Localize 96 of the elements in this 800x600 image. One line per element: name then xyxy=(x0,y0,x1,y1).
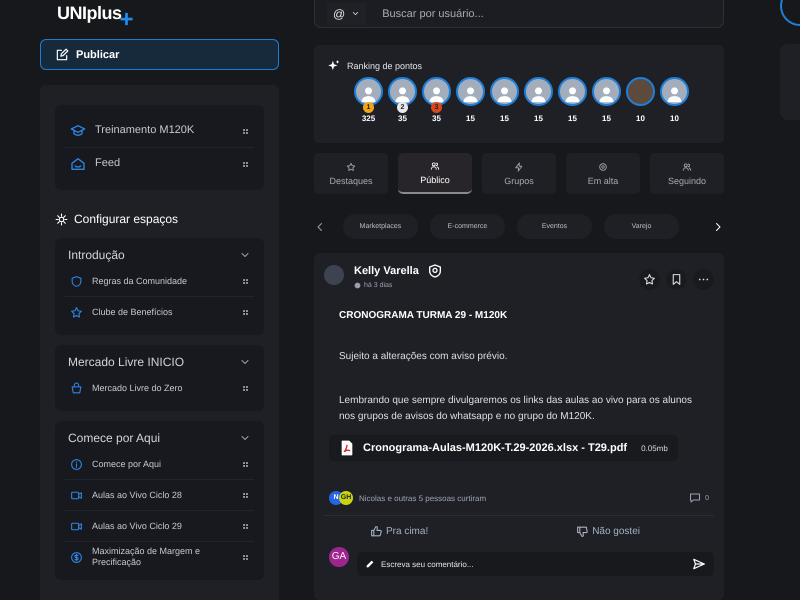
sidebar-item[interactable]: Maximização de Margem e Precificação xyxy=(65,542,254,572)
graduation-cap-icon xyxy=(70,123,86,139)
drag-handle-icon xyxy=(242,308,249,316)
home-icon xyxy=(70,156,86,172)
sidebar-item[interactable]: Feed xyxy=(65,148,254,180)
post-title: CRONOGRAMA TURMA 29 - M120K xyxy=(339,310,508,321)
star-icon xyxy=(643,273,656,286)
feed-tab[interactable]: Seguindo xyxy=(650,153,724,194)
sidebar-item-label: Feed xyxy=(95,157,122,171)
feed-tab[interactable]: Destaques xyxy=(314,153,388,194)
sidebar-item-label: Regras da Comunidade xyxy=(92,276,188,286)
attachment-size: 0.05mb xyxy=(641,444,668,452)
caret-icon xyxy=(351,9,360,18)
drag-handle-icon xyxy=(242,160,249,168)
at-sign: @ xyxy=(333,6,346,20)
comment-field[interactable]: Escreva seu comentário... xyxy=(357,552,714,576)
sparkle-icon xyxy=(327,59,341,73)
sidebar-item-label: Aulas ao Vivo Ciclo 28 xyxy=(92,490,183,500)
sidebar-item[interactable]: Clube de Benefícios xyxy=(65,297,254,327)
points-value: 15 xyxy=(466,114,475,123)
ranking-title: Ranking de pontos xyxy=(347,61,422,71)
send-icon xyxy=(692,557,706,571)
sidebar-item-label: Treinamento M120K xyxy=(95,124,196,138)
star-icon xyxy=(346,162,356,172)
sidebar-item[interactable]: Comece por Aqui xyxy=(65,449,254,480)
search-field[interactable]: @ Buscar por usuário... xyxy=(314,0,724,28)
likes-summary[interactable]: Nicolas e outras 5 pessoas curtiram xyxy=(359,494,684,502)
sidebar-item[interactable]: Treinamento M120K xyxy=(65,115,254,148)
sidebar-item-label: Clube de Benefícios xyxy=(92,306,174,318)
points-value: 35 xyxy=(398,114,407,123)
star-icon xyxy=(70,306,83,318)
users-icon xyxy=(682,162,692,172)
thumbs-up-icon xyxy=(370,525,383,538)
video-camera-icon xyxy=(70,520,83,532)
target-icon xyxy=(598,162,608,172)
bookmark-icon xyxy=(670,273,683,286)
user-avatar: GA xyxy=(329,547,349,567)
section-title[interactable]: Mercado Livre INICIO xyxy=(68,355,184,369)
attachment-name: Cronograma-Aulas-M120K-T.29-2026.xlsx - T29.pdf xyxy=(363,442,628,454)
sidebar-item-label: Aulas ao Vivo Ciclo 29 xyxy=(92,520,183,532)
shopping-bag-icon xyxy=(70,382,83,394)
sidebar-item[interactable]: Aulas ao Vivo Ciclo 28 xyxy=(65,480,254,511)
points-value: 15 xyxy=(602,114,611,123)
drag-handle-icon xyxy=(242,384,249,392)
pencil-icon xyxy=(365,559,375,569)
points-value: 15 xyxy=(534,114,543,123)
bookmark-button[interactable] xyxy=(666,269,687,290)
dollar-coin-icon xyxy=(70,550,83,564)
section-title[interactable]: Comece por Aqui xyxy=(68,431,160,445)
drag-handle-icon xyxy=(242,492,249,498)
feed-tab[interactable]: Grupos xyxy=(482,153,556,194)
avatar xyxy=(324,265,344,285)
drag-handle-icon xyxy=(242,522,249,530)
points-value: 15 xyxy=(500,114,509,123)
upvote-button[interactable]: Pra cima! xyxy=(364,524,434,539)
sidebar-item[interactable]: Mercado Livre do Zero xyxy=(65,373,254,403)
photo-placeholder xyxy=(626,77,655,106)
shield-badge-icon xyxy=(426,263,443,279)
post-paragraph: Sujeito a alterações com aviso prévio. xyxy=(339,350,508,364)
points-value: 15 xyxy=(568,114,577,123)
sidebar-item-label: Mercado Livre do Zero xyxy=(92,382,184,394)
users-icon xyxy=(430,160,440,170)
verified-dot-icon xyxy=(354,282,361,289)
feed-tab[interactable]: Público xyxy=(398,153,472,194)
mention-filter-dropdown[interactable]: @ xyxy=(327,2,366,24)
favorite-button[interactable] xyxy=(639,269,660,290)
section-title[interactable]: Introdução xyxy=(68,248,125,262)
points-value: 325 xyxy=(362,114,376,123)
sidebar-item-label: Maximização de Margem e Precificação xyxy=(92,546,202,568)
search-input[interactable]: Buscar por usuário... xyxy=(380,6,723,20)
lightning-icon xyxy=(514,162,524,172)
author-name[interactable]: Kelly Varella xyxy=(354,265,419,277)
drag-handle-icon xyxy=(242,278,249,284)
sidebar-item-label: Comece por Aqui xyxy=(92,458,162,470)
points-value: 35 xyxy=(432,114,441,123)
sidebar-item[interactable]: Regras da Comunidade xyxy=(65,266,254,297)
video-camera-icon xyxy=(70,488,83,502)
drag-handle-icon xyxy=(242,554,249,560)
points-value: 10 xyxy=(670,114,679,123)
shield-icon xyxy=(70,274,83,288)
thumbs-down-icon xyxy=(576,525,590,538)
settings-icon xyxy=(55,212,68,226)
edit-icon xyxy=(55,48,69,62)
publish-button[interactable]: Publicar xyxy=(40,39,279,70)
drag-handle-icon xyxy=(242,128,249,134)
sidebar-item[interactable]: Aulas ao Vivo Ciclo 29 xyxy=(65,511,254,542)
post-paragraph: Lembrando que sempre divulgaremos os links das aulas ao vivo para os alunos nos grupos de avisos do whatsapp e no grupo do M120K. xyxy=(339,394,693,424)
configure-spaces-label[interactable]: Configurar espaços xyxy=(74,212,178,226)
points-value: 10 xyxy=(636,114,645,123)
downvote-button[interactable]: Não gostei xyxy=(570,524,646,539)
info-icon xyxy=(70,458,83,470)
attachment[interactable]: Cronograma-Aulas-M120K-T.29-2026.xlsx - T29.pdf 0.05mb xyxy=(329,435,678,461)
comment-icon xyxy=(689,492,702,504)
comment-input[interactable]: Escreva seu comentário... xyxy=(379,558,688,570)
drag-handle-icon xyxy=(242,460,249,468)
feed-tab[interactable]: Em alta xyxy=(566,153,640,194)
